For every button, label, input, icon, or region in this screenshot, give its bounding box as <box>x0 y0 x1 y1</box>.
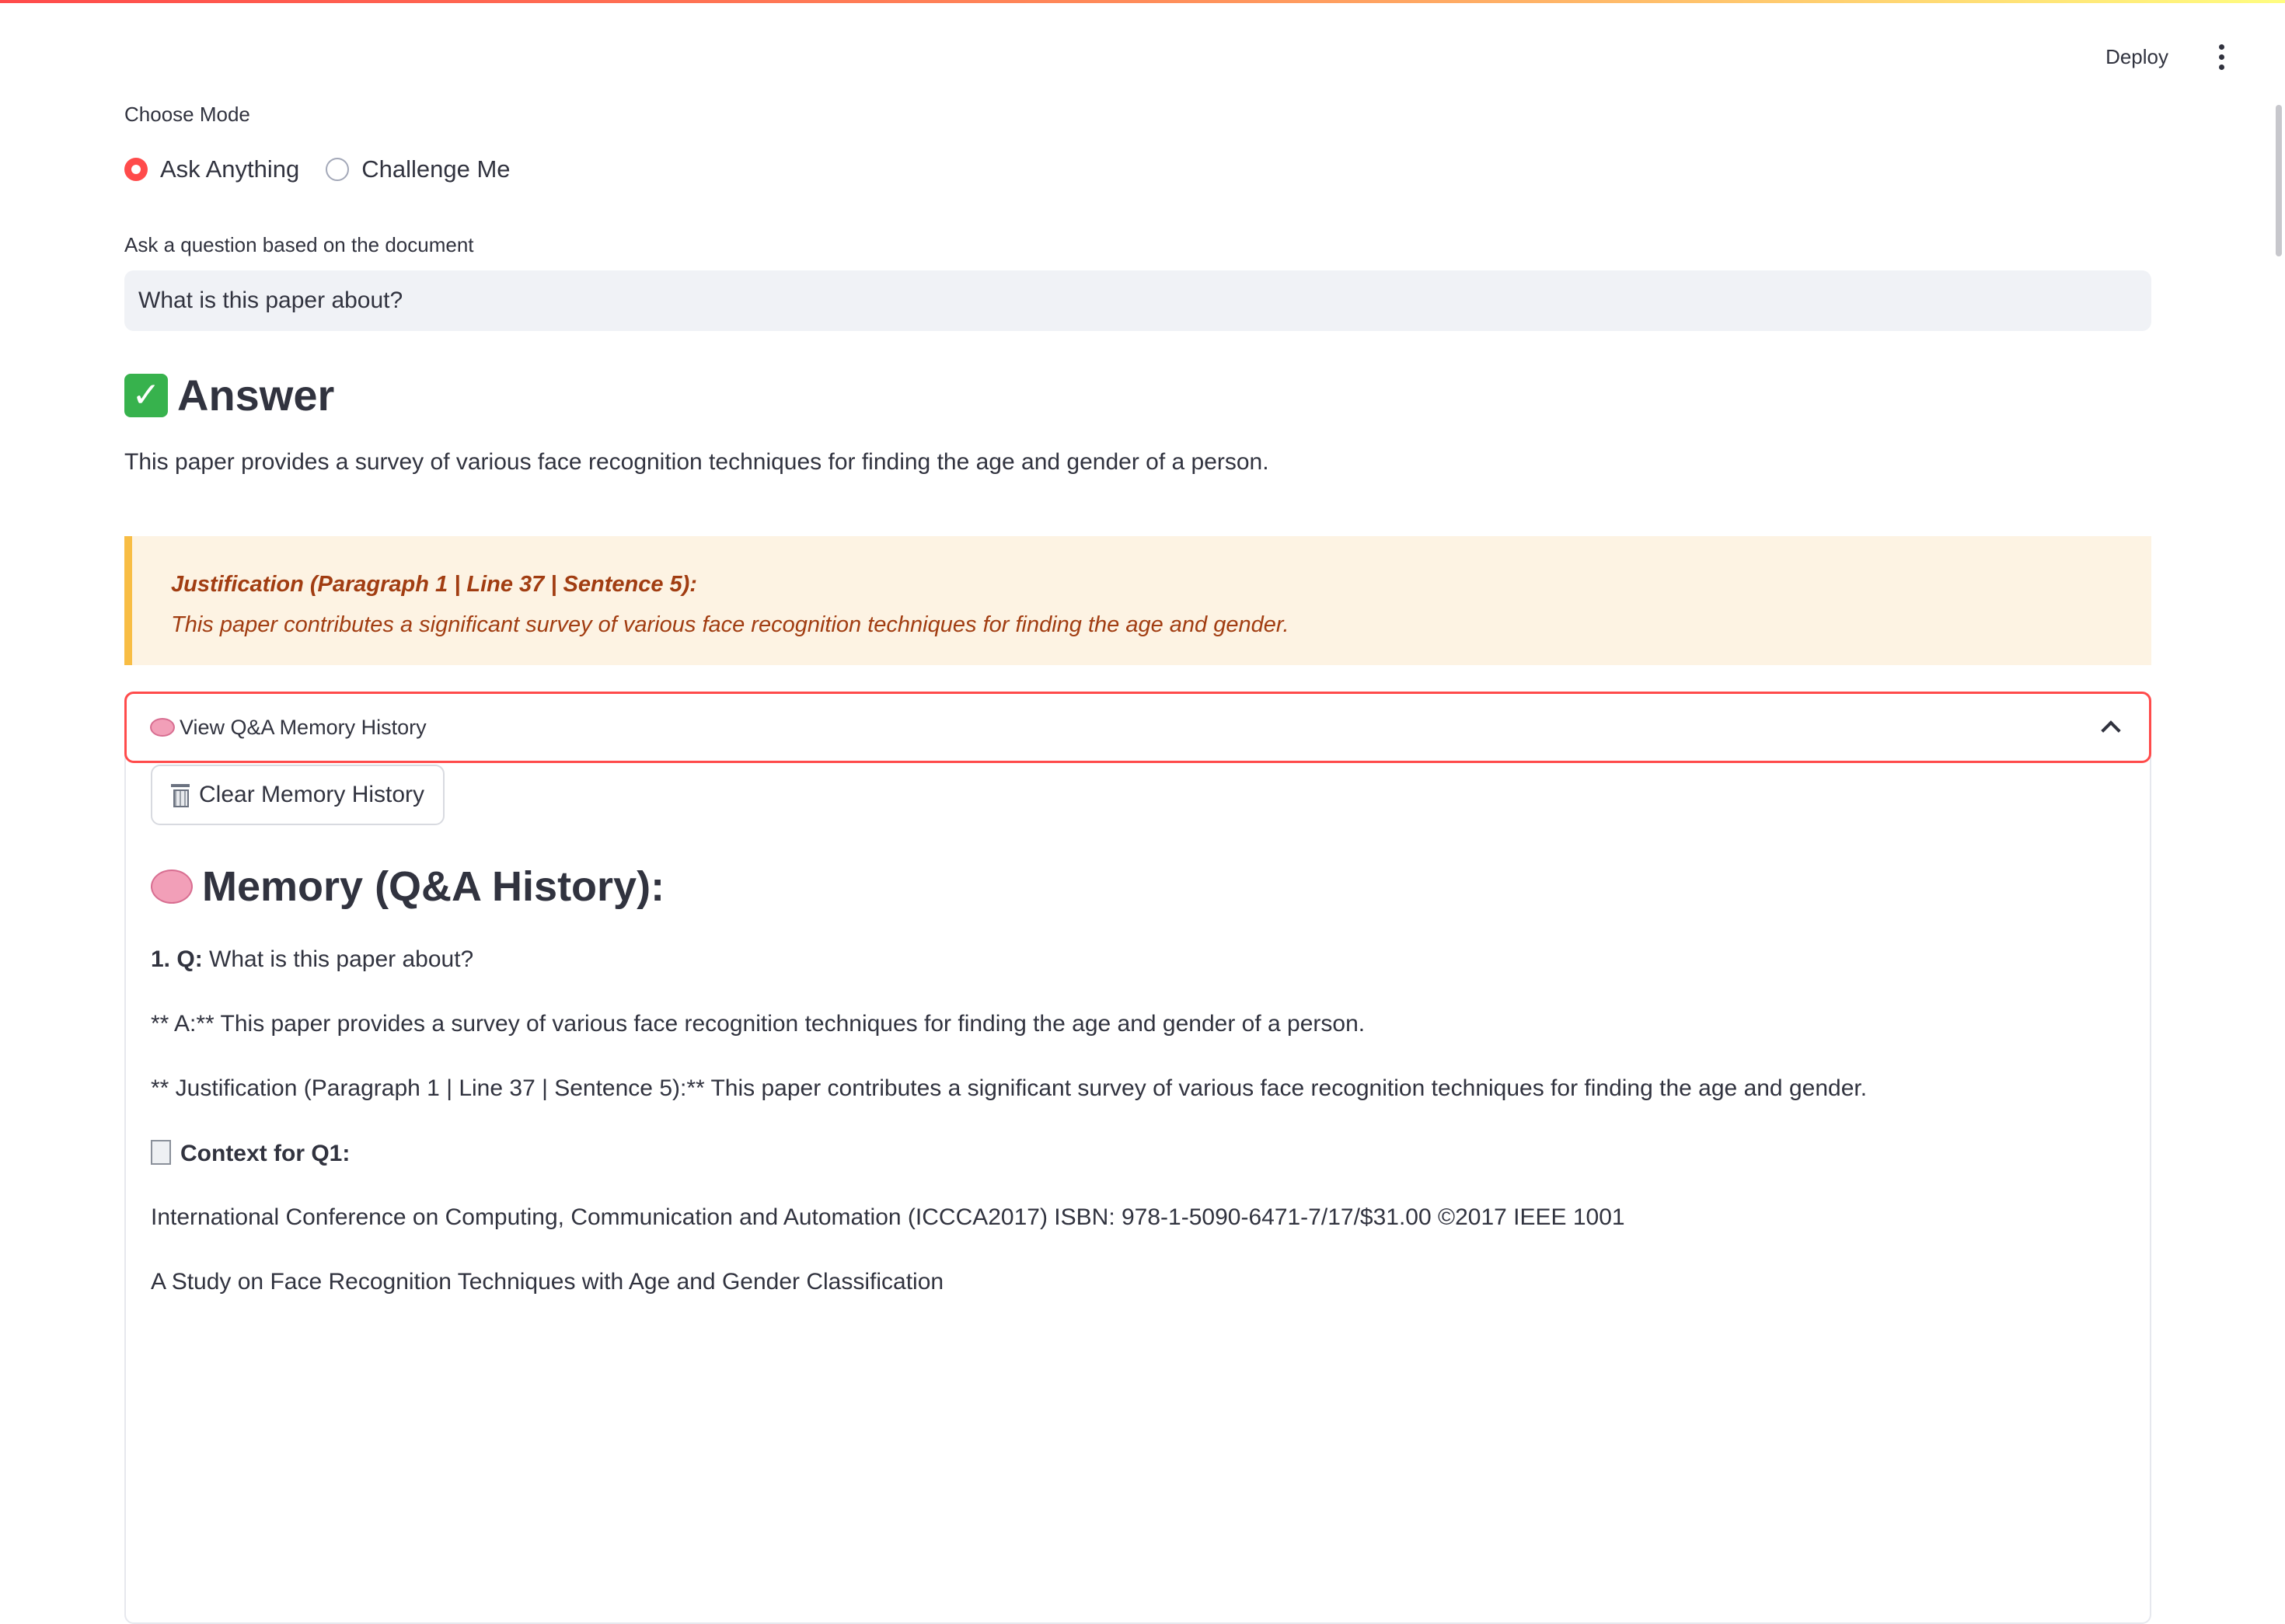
header-decoration-bar <box>0 0 2285 3</box>
kebab-menu-icon[interactable] <box>2212 38 2231 76</box>
memory-context-line: A Study on Face Recognition Techniques w… <box>151 1269 944 1295</box>
radio-challenge-me[interactable]: Challenge Me <box>326 155 511 183</box>
memory-answer: ** A:** This paper provides a survey of … <box>151 1011 1366 1037</box>
memory-question-prefix: 1. Q: <box>151 946 203 972</box>
memory-context-line: International Conference on Computing, C… <box>151 1204 1625 1230</box>
answer-heading-text: Answer <box>177 371 335 420</box>
page-scrollbar[interactable] <box>2273 105 2285 256</box>
check-mark-icon: ✓ <box>124 373 168 417</box>
document-icon <box>151 1140 171 1165</box>
clear-memory-button[interactable]: Clear Memory History <box>151 765 445 825</box>
mode-radio-group: Ask Anything Challenge Me <box>124 155 537 183</box>
clear-memory-label: Clear Memory History <box>199 782 425 807</box>
memory-question-text: What is this paper about? <box>202 946 474 972</box>
memory-heading-text: Memory (Q&A History): <box>202 863 665 910</box>
memory-expander: View Q&A Memory History <box>124 692 2151 1624</box>
memory-context-heading: Context for Q1: <box>151 1140 350 1167</box>
question-input[interactable] <box>124 270 2151 331</box>
memory-expander-header[interactable]: View Q&A Memory History <box>124 692 2151 763</box>
answer-heading: ✓ Answer <box>124 370 334 420</box>
radio-ask-anything[interactable]: Ask Anything <box>124 155 299 183</box>
memory-expander-title: View Q&A Memory History <box>180 715 427 739</box>
memory-context-label: Context for Q1: <box>180 1141 351 1166</box>
brain-icon <box>150 718 175 737</box>
brain-icon <box>151 870 193 904</box>
justification-title: Justification (Paragraph 1 | Line 37 | S… <box>171 572 697 597</box>
justification-callout: Justification (Paragraph 1 | Line 37 | S… <box>124 536 2151 665</box>
chevron-up-icon <box>2101 720 2121 741</box>
radio-label: Ask Anything <box>160 155 300 183</box>
answer-text: This paper provides a survey of various … <box>124 449 1269 475</box>
radio-selected-icon <box>124 158 148 181</box>
mode-label: Choose Mode <box>124 103 250 126</box>
radio-label: Challenge Me <box>361 155 511 183</box>
memory-question: 1. Q: What is this paper about? <box>151 946 473 973</box>
top-toolbar: Deploy <box>2095 37 2231 77</box>
trash-icon <box>171 784 190 807</box>
question-label: Ask a question based on the document <box>124 233 474 256</box>
justification-text: This paper contributes a significant sur… <box>171 612 1289 637</box>
memory-heading: Memory (Q&A History): <box>151 863 665 911</box>
deploy-button[interactable]: Deploy <box>2095 37 2179 77</box>
memory-justification: ** Justification (Paragraph 1 | Line 37 … <box>151 1075 1868 1101</box>
radio-unselected-icon <box>326 158 350 181</box>
